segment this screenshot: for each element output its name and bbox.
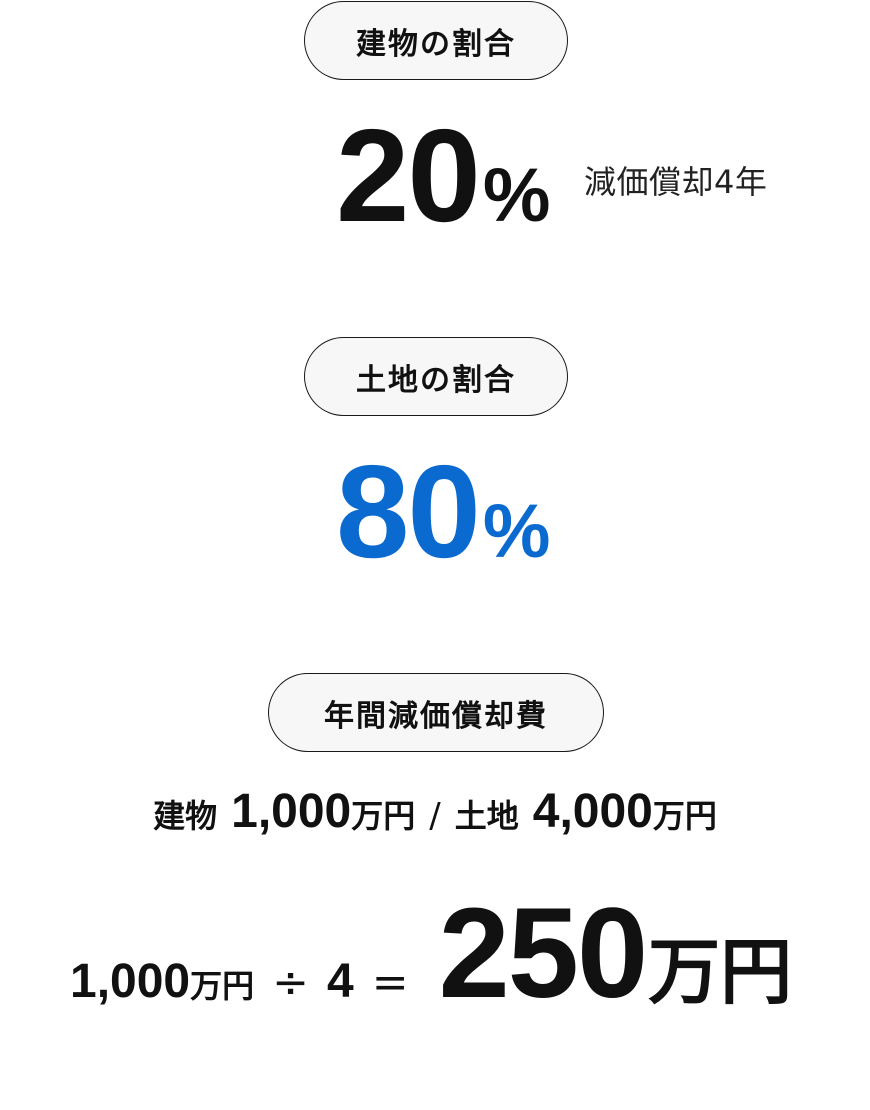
divide-sign: ÷ [272, 957, 310, 1008]
depreciation-period-note: 減価償却4年 [584, 163, 768, 201]
building-share-label: 建物の割合 [304, 1, 568, 80]
building-share-percent: 20 % [336, 110, 550, 242]
building-price-unit: 万円 [351, 797, 416, 835]
price-separator: / [429, 796, 441, 836]
building-price-label: 建物 [153, 797, 218, 835]
building-share-value: 20 [336, 102, 481, 249]
formula-amount-unit: 万円 [190, 967, 255, 1005]
formula-years: 4 [327, 955, 354, 1008]
depreciation-formula: 1,000 万円 ÷ 4 = 250 万円 [70, 890, 792, 1018]
annual-depreciation-label: 年間減価償却費 [268, 673, 604, 752]
land-share-unit: % [482, 489, 551, 574]
building-price-amount: 1,000 [231, 785, 352, 838]
price-breakdown: 建物 1,000 万円 / 土地 4,000 万円 [0, 788, 870, 836]
formula-result: 250 [438, 882, 649, 1025]
formula-amount: 1,000 [70, 955, 191, 1008]
land-share-value: 80 [336, 438, 481, 585]
building-share-unit: % [482, 153, 551, 238]
land-price-label: 土地 [454, 797, 519, 835]
land-share-label: 土地の割合 [304, 337, 568, 416]
land-price-amount: 4,000 [532, 785, 653, 838]
land-share-percent: 80 % [336, 446, 550, 578]
formula-result-unit: 万円 [648, 930, 793, 1014]
equals-sign: = [371, 957, 409, 1008]
land-price-unit: 万円 [652, 797, 717, 835]
